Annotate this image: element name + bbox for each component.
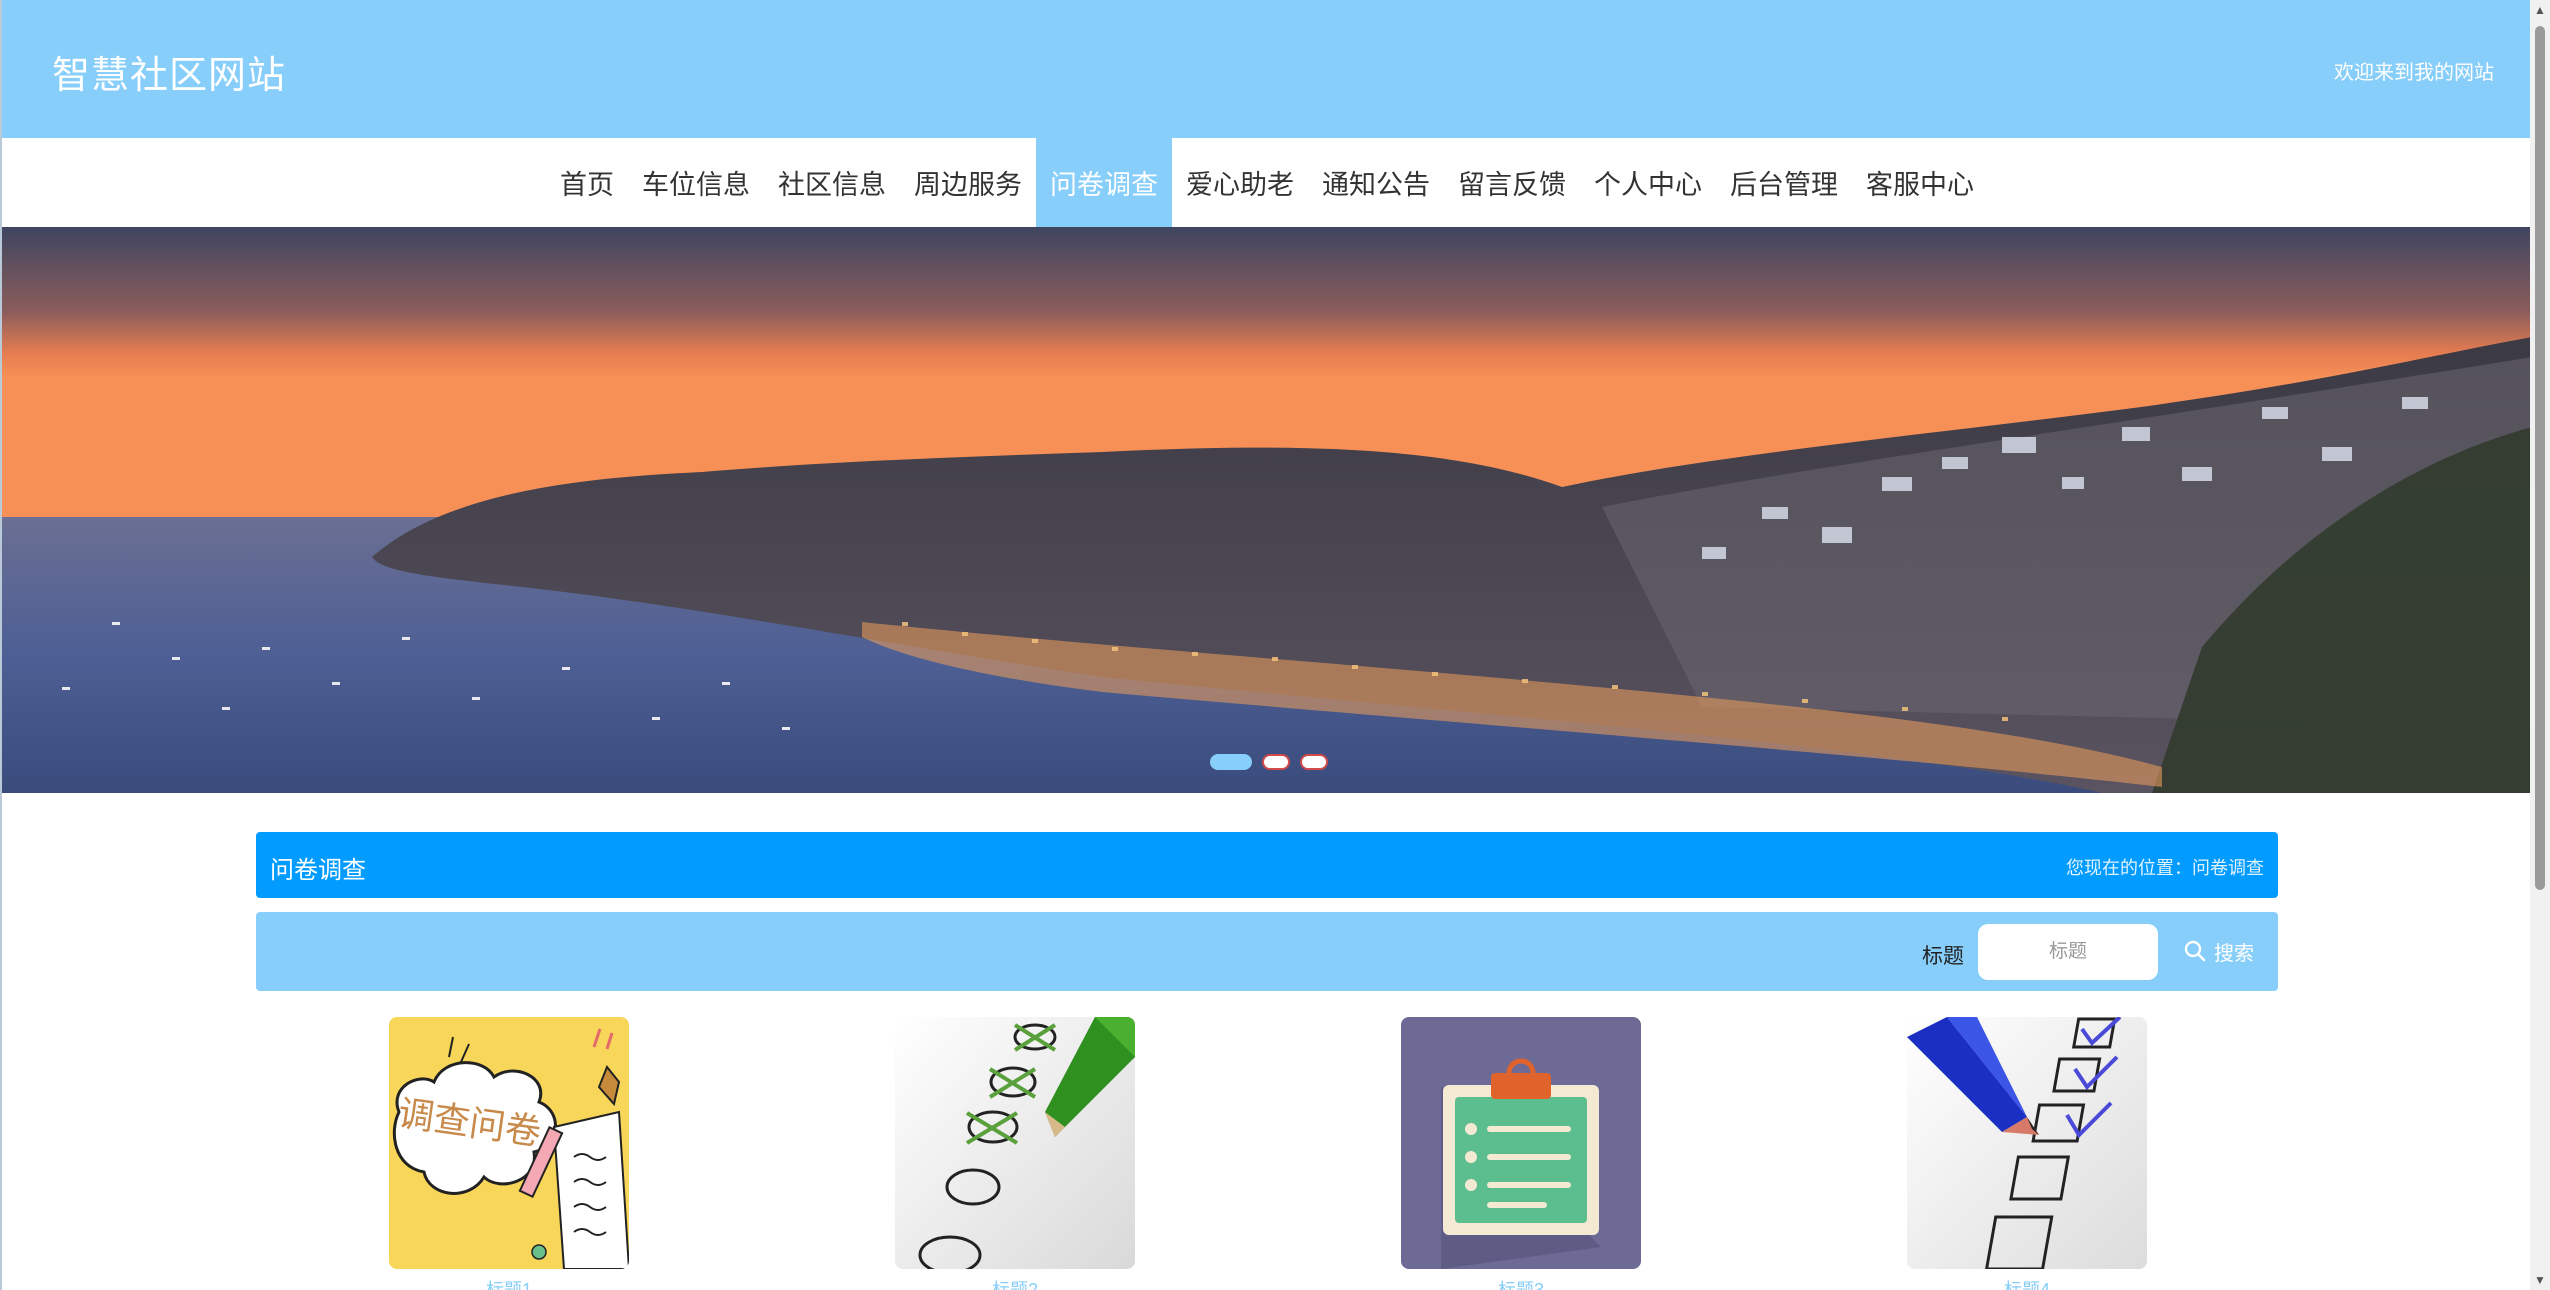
carousel-dot-3[interactable] — [1300, 754, 1328, 770]
nav-item-services[interactable]: 周边服务 — [900, 138, 1036, 227]
banner-image — [2, 227, 2530, 793]
nav-item-profile[interactable]: 个人中心 — [1580, 138, 1716, 227]
page-scrollbar[interactable]: ▲ ▼ — [2530, 0, 2550, 1290]
nav-item-home[interactable]: 首页 — [546, 138, 628, 227]
nav-item-parking[interactable]: 车位信息 — [628, 138, 764, 227]
nav-item-support[interactable]: 客服中心 — [1852, 138, 1988, 227]
search-button-label: 搜索 — [2214, 942, 2254, 965]
section-header: 问卷调查 您现在的位置：问卷调查 — [256, 832, 2278, 898]
clipboard-image — [1401, 1017, 1641, 1269]
search-label: 标题 — [1922, 945, 1964, 968]
survey-card-title-3[interactable]: 标题3 — [1401, 1276, 1641, 1290]
checklist-blue-pencil-image — [1907, 1017, 2147, 1269]
site-header: 智慧社区网站 欢迎来到我的网站 — [2, 0, 2530, 138]
nav-item-notices[interactable]: 通知公告 — [1308, 138, 1444, 227]
survey-card-3[interactable] — [1401, 1017, 1641, 1269]
survey-card-title-4[interactable]: 标题4 — [1907, 1276, 2147, 1290]
nav-item-feedback[interactable]: 留言反馈 — [1444, 138, 1580, 227]
nav-item-admin[interactable]: 后台管理 — [1716, 138, 1852, 227]
survey-card-4[interactable] — [1907, 1017, 2147, 1269]
main-nav: 首页 车位信息 社区信息 周边服务 问卷调查 爱心助老 通知公告 留言反馈 个人… — [2, 138, 2530, 228]
survey-card-title-1[interactable]: 标题1 — [389, 1276, 629, 1290]
search-bar: 标题 搜索 — [256, 912, 2278, 991]
scroll-down-arrow-icon[interactable]: ▼ — [2530, 1270, 2550, 1290]
welcome-text: 欢迎来到我的网站 — [2334, 62, 2494, 84]
carousel-dot-1[interactable] — [1210, 754, 1252, 770]
banner-carousel[interactable] — [2, 227, 2530, 793]
search-icon — [2184, 940, 2206, 962]
scroll-thumb[interactable] — [2535, 26, 2545, 890]
search-button[interactable]: 搜索 — [2184, 932, 2254, 970]
survey-card-2[interactable] — [895, 1017, 1135, 1269]
breadcrumb: 您现在的位置：问卷调查 — [2066, 858, 2264, 878]
survey-card-title-2[interactable]: 标题2 — [895, 1276, 1135, 1290]
page-frame: 智慧社区网站 欢迎来到我的网站 首页 车位信息 社区信息 周边服务 问卷调查 爱… — [0, 0, 2530, 1290]
search-input[interactable] — [1978, 924, 2158, 980]
survey-cartoon-image: 调查问卷 — [389, 1017, 629, 1269]
checklist-green-pencil-image — [895, 1017, 1135, 1269]
nav-item-community[interactable]: 社区信息 — [764, 138, 900, 227]
scroll-up-arrow-icon[interactable]: ▲ — [2530, 0, 2550, 20]
section-title: 问卷调查 — [270, 857, 366, 884]
carousel-dot-2[interactable] — [1262, 754, 1290, 770]
nav-item-survey[interactable]: 问卷调查 — [1036, 138, 1172, 227]
carousel-dots — [1210, 754, 1328, 770]
survey-card-1[interactable]: 调查问卷 — [389, 1017, 629, 1269]
site-title[interactable]: 智慧社区网站 — [52, 44, 286, 99]
nav-item-elderly-care[interactable]: 爱心助老 — [1172, 138, 1308, 227]
